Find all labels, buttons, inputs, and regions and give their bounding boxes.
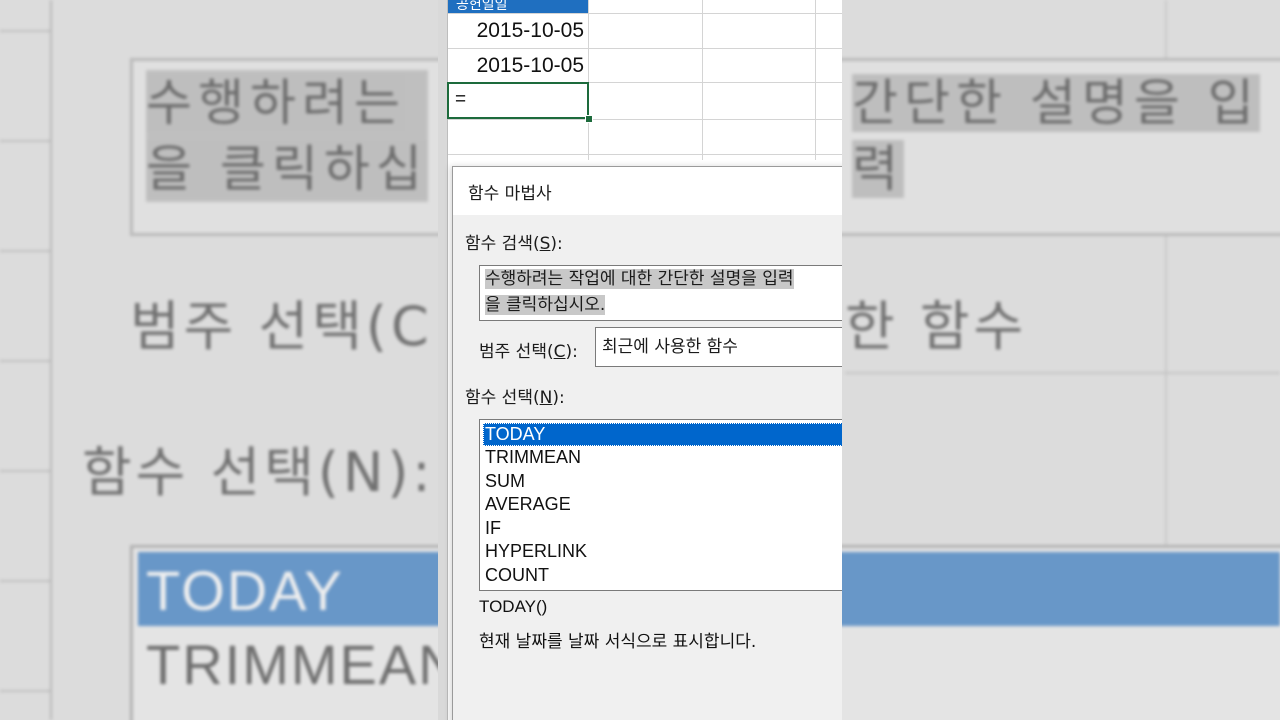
function-list[interactable]: TODAY TRIMMEAN SUM AVERAGE IF HYPERLINK …: [479, 419, 842, 591]
bg-function-label: 함수 선택(N):: [82, 441, 435, 504]
bg-grid-line: [0, 140, 50, 142]
fill-handle[interactable]: [585, 115, 593, 123]
bg-grid-line: [50, 0, 52, 720]
bg-category-label: 범주 선택(C: [130, 295, 433, 358]
function-signature: TODAY(): [479, 597, 548, 616]
grid-line: [815, 0, 816, 160]
bg-category-value: 한 함수: [845, 295, 1028, 358]
function-list-label: 함수 선택(N):: [465, 388, 565, 408]
bg-grid-line: [0, 250, 50, 252]
dialog-title: 함수 마법사: [468, 184, 552, 204]
bg-grid-line: [845, 372, 1280, 374]
grid-line: [448, 119, 842, 120]
column-header-cell[interactable]: 공헌일일: [448, 0, 588, 13]
list-item-trimmean[interactable]: TRIMMEAN: [483, 446, 842, 469]
bg-grid-line: [0, 690, 50, 692]
list-item-if[interactable]: IF: [483, 517, 842, 540]
list-item-sum[interactable]: SUM: [483, 470, 842, 493]
list-item-average[interactable]: AVERAGE: [483, 493, 842, 516]
search-label: 함수 검색(S):: [465, 234, 563, 254]
spreadsheet-grid: 공헌일일 2015-10-05 2015-10-05 =: [438, 0, 842, 720]
center-frame: 공헌일일 2015-10-05 2015-10-05 = 함수 마법사 함수 검…: [438, 0, 842, 720]
grid-line: [588, 0, 589, 160]
bg-grid-line: [0, 360, 50, 362]
list-item-today[interactable]: TODAY: [483, 423, 842, 446]
date-cell[interactable]: 2015-10-05: [448, 14, 588, 48]
dialog-titlebar[interactable]: 함수 마법사: [453, 167, 842, 215]
bg-grid-line: [0, 30, 50, 32]
bg-list-item-today: TODAY: [146, 559, 344, 622]
date-cell[interactable]: 2015-10-05: [448, 49, 588, 83]
list-item-hyperlink[interactable]: HYPERLINK: [483, 540, 842, 563]
bg-grid-line: [0, 580, 50, 582]
active-cell[interactable]: =: [447, 82, 589, 119]
bg-search-text-right: 간단한 설명을 입력: [852, 74, 1260, 198]
list-item-count[interactable]: COUNT: [483, 564, 842, 587]
grid-line: [448, 154, 842, 155]
bg-list-item-trimmean: TRIMMEAN: [146, 633, 461, 696]
category-select[interactable]: 최근에 사용한 함수: [595, 327, 842, 367]
function-wizard-dialog: 함수 마법사 함수 검색(S): 수행하려는 작업에 대한 간단한 설명을 입력…: [452, 166, 842, 720]
bg-search-text: 수행하려는 을 클릭하십: [146, 70, 428, 202]
function-description: 현재 날짜를 날짜 서식으로 표시합니다.: [479, 632, 757, 652]
bg-grid-line: [0, 470, 50, 472]
function-search-input[interactable]: 수행하려는 작업에 대한 간단한 설명을 입력 을 클릭하십시오.: [479, 265, 842, 321]
category-label: 범주 선택(C):: [479, 342, 578, 362]
grid-line: [702, 0, 703, 160]
